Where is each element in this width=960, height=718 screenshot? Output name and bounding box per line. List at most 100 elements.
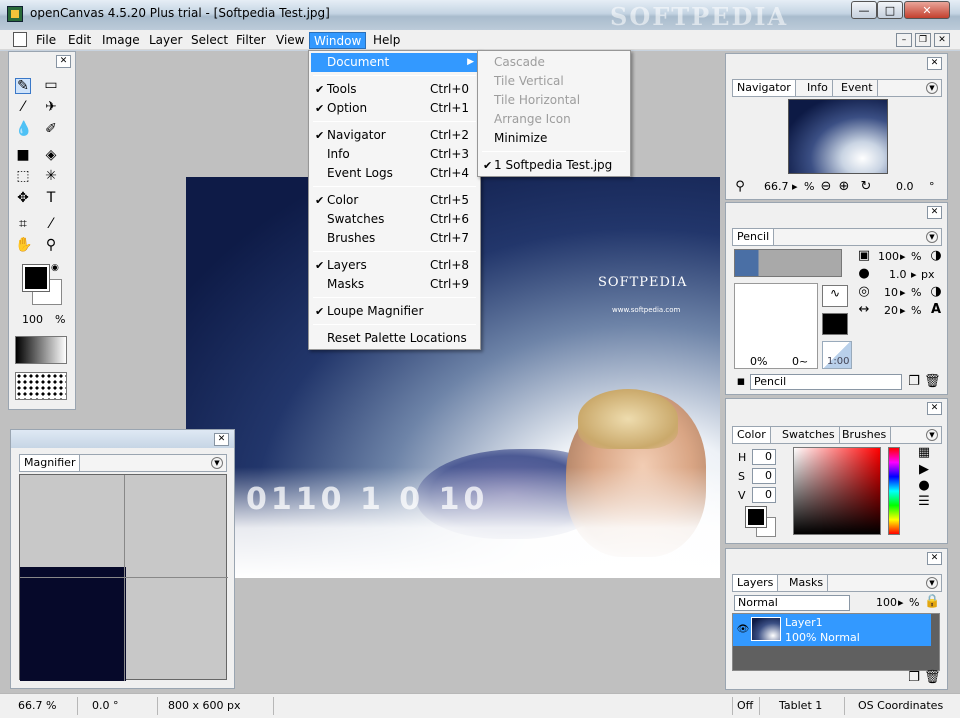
tab-info[interactable]: Info — [803, 80, 833, 96]
menu-item-masks[interactable]: Masks Ctrl+9 — [311, 275, 478, 294]
eyedropper-icon[interactable]: ⁄ — [43, 217, 59, 231]
fill-rect-icon[interactable]: ■ — [15, 148, 31, 162]
submenu-tile-horizontal[interactable]: Tile Horizontal — [480, 91, 628, 110]
menu-image[interactable]: Image — [98, 32, 144, 49]
preset-name-field[interactable]: Pencil — [750, 374, 902, 390]
submenu-minimize[interactable]: Minimize — [480, 129, 628, 148]
menu-select[interactable]: Select — [187, 32, 232, 49]
pencil-menu-icon[interactable]: ▼ — [926, 231, 938, 243]
menu-item-document[interactable]: Document ▶ — [311, 53, 478, 72]
new-layer-icon[interactable]: ❐ — [906, 671, 922, 685]
magnifier-close-button[interactable]: ✕ — [214, 433, 229, 446]
tab-swatches[interactable]: Swatches — [778, 427, 840, 443]
navigator-zoom-plus-icon[interactable]: ⊕ — [836, 180, 852, 194]
brush-type-selector[interactable] — [734, 249, 842, 277]
menu-item-info[interactable]: Info Ctrl+3 — [311, 145, 478, 164]
maximize-button[interactable]: □ — [877, 1, 903, 19]
delete-layer-icon[interactable]: 🗑 — [924, 671, 941, 685]
menu-edit[interactable]: Edit — [64, 32, 95, 49]
mdi-minimize-button[interactable]: – — [896, 33, 912, 47]
submenu-arrange-icon[interactable]: Arrange Icon — [480, 110, 628, 129]
menu-layer[interactable]: Layer — [145, 32, 186, 49]
tab-brushes[interactable]: Brushes — [838, 427, 892, 443]
menu-item-loupe-magnifier[interactable]: ✔ Loupe Magnifier — [311, 302, 478, 321]
layers-menu-icon[interactable]: ▼ — [926, 577, 938, 589]
airbrush-icon[interactable]: ✈ — [43, 100, 59, 114]
menu-item-brushes[interactable]: Brushes Ctrl+7 — [311, 229, 478, 248]
eye-icon[interactable]: 👁 — [735, 623, 751, 637]
move-icon[interactable]: ✥ — [15, 191, 31, 205]
text-icon[interactable]: T — [43, 191, 59, 205]
select-rect-icon[interactable]: ⬚ — [15, 169, 31, 183]
tab-magnifier[interactable]: Magnifier — [20, 455, 81, 471]
brush-color-selector[interactable] — [822, 313, 848, 335]
antialias-icon[interactable]: A — [928, 303, 944, 317]
minimize-button[interactable]: — — [851, 1, 877, 19]
navigator-menu-icon[interactable]: ▼ — [926, 82, 938, 94]
close-button[interactable]: ✕ — [904, 1, 950, 19]
tab-layers[interactable]: Layers — [733, 575, 779, 591]
menu-item-color[interactable]: ✔ Color Ctrl+5 — [311, 191, 478, 210]
document-icon[interactable] — [13, 32, 27, 47]
mdi-restore-button[interactable]: ❐ — [915, 33, 931, 47]
menu-item-swatches[interactable]: Swatches Ctrl+6 — [311, 210, 478, 229]
pencil-density-value[interactable]: 10 — [884, 286, 898, 299]
pencil-size-value[interactable]: 1.0 — [889, 268, 907, 281]
brush-icon[interactable]: ⁄ — [15, 100, 31, 114]
menu-item-event-logs[interactable]: Event Logs Ctrl+4 — [311, 164, 478, 183]
tab-navigator[interactable]: Navigator — [733, 80, 796, 96]
menu-window[interactable]: Window — [309, 32, 367, 49]
lock-icon[interactable]: 🔒 — [924, 595, 940, 609]
pattern-picker[interactable] — [15, 372, 67, 400]
color-menu-icon[interactable]: ▼ — [926, 429, 938, 441]
hue-slider[interactable] — [888, 447, 900, 535]
tab-event[interactable]: Event — [837, 80, 878, 96]
magnifier-menu-icon[interactable]: ▼ — [211, 457, 223, 469]
mdi-close-button[interactable]: ✕ — [934, 33, 950, 47]
color-mode-icon[interactable]: ▦ — [916, 446, 932, 460]
bucket-icon[interactable]: ◈ — [43, 148, 59, 162]
submenu-document-1[interactable]: ✔ 1 Softpedia Test.jpg — [480, 156, 628, 175]
color-play-icon[interactable]: ▶ — [916, 463, 932, 477]
color-close-button[interactable]: ✕ — [927, 402, 942, 415]
zoom-icon[interactable]: ⚲ — [43, 238, 59, 252]
gradient-picker[interactable] — [15, 336, 67, 364]
water-icon[interactable]: 💧 — [15, 122, 32, 136]
color-circle-icon[interactable]: ● — [916, 479, 932, 493]
submenu-cascade[interactable]: Cascade — [480, 53, 628, 72]
pencil-opacity-value[interactable]: 100 — [878, 250, 899, 263]
h-field[interactable]: 0 — [752, 449, 776, 465]
color-list-icon[interactable]: ☰ — [916, 495, 932, 509]
layer-opacity-value[interactable]: 100 — [876, 596, 897, 609]
menu-file[interactable]: File — [32, 32, 60, 49]
menu-item-option[interactable]: ✔ Option Ctrl+1 — [311, 99, 478, 118]
navigator-thumbnail[interactable] — [788, 99, 888, 174]
navigator-zoom-out-icon[interactable]: ⚲ — [732, 180, 748, 194]
tab-color[interactable]: Color — [733, 427, 771, 443]
marker-icon[interactable]: ✐ — [43, 122, 59, 136]
magic-wand-icon[interactable]: ✳ — [43, 169, 59, 183]
menu-item-reset-palette-locations[interactable]: Reset Palette Locations — [311, 329, 478, 348]
layer-row[interactable]: 👁 Layer1 100% Normal — [733, 614, 931, 646]
new-preset-icon[interactable]: ❐ — [906, 375, 922, 389]
navigator-zoom-minus-icon[interactable]: ⊖ — [818, 180, 834, 194]
swap-colors-icon[interactable]: ◉ — [51, 263, 59, 273]
menu-filter[interactable]: Filter — [232, 32, 270, 49]
submenu-tile-vertical[interactable]: Tile Vertical — [480, 72, 628, 91]
menu-item-tools[interactable]: ✔ Tools Ctrl+0 — [311, 80, 478, 99]
v-field[interactable]: 0 — [752, 487, 776, 503]
navigator-rotate-icon[interactable]: ↻ — [858, 180, 874, 194]
menu-item-navigator[interactable]: ✔ Navigator Ctrl+2 — [311, 126, 478, 145]
pencil-close-button[interactable]: ✕ — [927, 206, 942, 219]
crop-icon[interactable]: ⌗ — [15, 217, 31, 231]
navigator-close-button[interactable]: ✕ — [927, 57, 942, 70]
delete-preset-icon[interactable]: 🗑 — [924, 375, 941, 389]
navigator-rotation-value[interactable]: 0.0 — [896, 180, 914, 193]
blend-mode-select[interactable]: Normal — [734, 595, 850, 611]
pencil-icon[interactable]: ✎ — [15, 78, 31, 94]
color-fg-swatch[interactable] — [745, 506, 767, 528]
navigator-zoom-value[interactable]: 66.7 — [764, 180, 789, 193]
brush-shape-selector[interactable]: ∿ — [822, 285, 848, 307]
tools-close-button[interactable]: ✕ — [56, 55, 71, 68]
tab-masks[interactable]: Masks — [785, 575, 829, 591]
